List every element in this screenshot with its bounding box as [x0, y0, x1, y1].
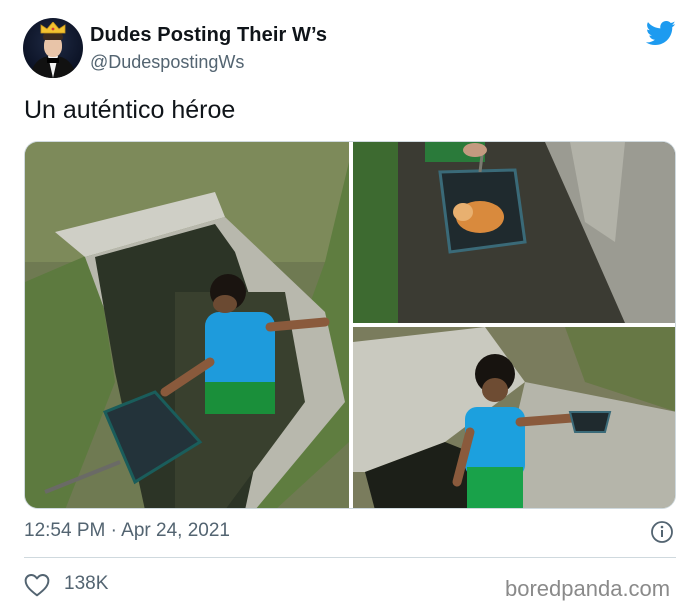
- info-icon[interactable]: [650, 520, 674, 544]
- avatar-bowtie: [47, 58, 59, 63]
- tweet-media[interactable]: [24, 141, 676, 509]
- avatar[interactable]: [23, 18, 83, 78]
- heart-icon[interactable]: [24, 573, 50, 597]
- crown-icon: [40, 22, 66, 34]
- watermark: boredpanda.com: [505, 576, 671, 601]
- tweet-card: Dudes Posting Their W’s @DudespostingWs …: [0, 0, 700, 611]
- photo-rescued-animal-in-net[interactable]: [353, 142, 676, 323]
- media-collage: [25, 142, 676, 509]
- photo-boy-at-culvert[interactable]: [25, 142, 349, 509]
- tweet-timestamp[interactable]: 12:54 PM · Apr 24, 2021: [24, 520, 230, 542]
- divider: [24, 557, 676, 558]
- twitter-bird-icon[interactable]: [646, 21, 676, 46]
- author-name[interactable]: Dudes Posting Their W’s: [90, 24, 327, 47]
- author-handle[interactable]: @DudespostingWs: [90, 52, 244, 73]
- like-count[interactable]: 138K: [64, 573, 108, 595]
- photo-boy-holding-net[interactable]: [353, 327, 676, 509]
- tweet-text: Un auténtico héroe: [24, 96, 236, 124]
